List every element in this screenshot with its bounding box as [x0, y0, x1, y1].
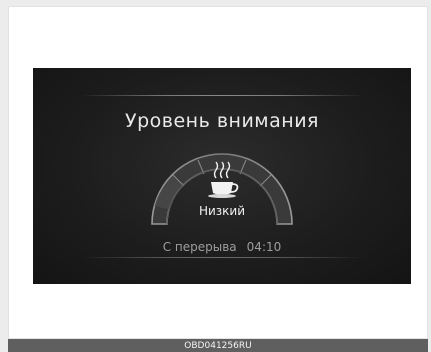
break-label: С перерыва — [162, 240, 237, 254]
cluster-display: Уровень внимания Низкий С перерыва 04:10 — [33, 68, 411, 284]
caption-bar: OBD041256RU — [8, 339, 428, 352]
attention-level-label: Низкий — [198, 204, 246, 218]
break-time: 04:10 — [246, 240, 282, 254]
time-since-break: С перерыва 04:10 — [33, 240, 411, 254]
image-code: OBD041256RU — [184, 341, 252, 351]
bottom-divider — [81, 257, 363, 258]
